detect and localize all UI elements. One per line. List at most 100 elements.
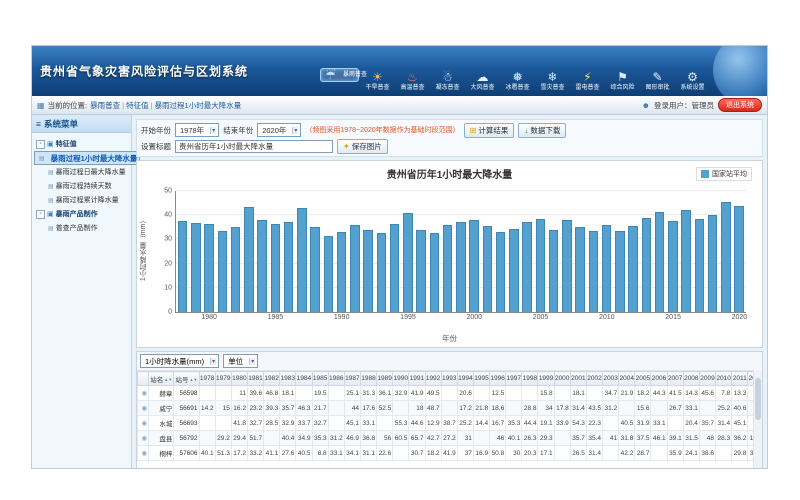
nav-item[interactable]: ❄雪灾普查 — [536, 68, 569, 94]
sidebar-group-label: 暴雨产品制作 — [56, 209, 98, 219]
sort-icon[interactable]: ▲▼ — [164, 377, 172, 382]
year-header[interactable]: 2006 — [651, 372, 667, 386]
station-name-header[interactable]: 站名▲▼ — [149, 372, 174, 386]
row-expand-icon[interactable]: ◉ — [138, 431, 149, 446]
year-header[interactable]: 1995 — [473, 372, 489, 386]
year-header[interactable]: 2009 — [699, 372, 715, 386]
year-header[interactable]: 2002 — [586, 372, 602, 386]
sidebar-item[interactable]: ▤暴雨过程日最大降水量 — [34, 165, 129, 179]
start-year-select[interactable]: 1978年 ▾ — [175, 123, 219, 137]
bar — [615, 231, 624, 312]
value-cell: 40.4 — [280, 431, 296, 446]
app-header: 贵州省气象灾害风险评估与区划系统 ☔暴雨普查☀干旱普查♨高温普查☃凝冻普查☁大风… — [32, 46, 767, 96]
nav-item[interactable]: ☁大风普查 — [466, 68, 499, 94]
year-header[interactable]: 1991 — [409, 372, 425, 386]
year-header[interactable]: 1980 — [231, 372, 247, 386]
collapse-icon[interactable]: - — [36, 210, 45, 219]
year-header[interactable]: 1984 — [296, 372, 312, 386]
sidebar-group[interactable]: -▣特征值 — [34, 137, 129, 151]
year-header[interactable]: 2000 — [554, 372, 570, 386]
value-cell — [328, 386, 344, 401]
nav-item[interactable]: ☃凝冻普查 — [431, 68, 464, 94]
nav-item[interactable]: ❅冰雹普查 — [501, 68, 534, 94]
value-cell: 17.2 — [231, 446, 247, 461]
year-header[interactable]: 1989 — [377, 372, 393, 386]
breadcrumb-item[interactable]: 暴雨过程1小时最大降水量 — [155, 101, 242, 110]
breadcrumb-item[interactable]: 特征值 — [126, 101, 149, 110]
table-scroll-area[interactable]: 站名▲▼站号▲▼19781979198019811982198319841985… — [137, 371, 754, 461]
y-axis-label: 1小时降水量（mm） — [139, 217, 149, 282]
heat-icon: ♨ — [397, 70, 428, 84]
year-header[interactable]: 1992 — [425, 372, 441, 386]
nav-item[interactable]: ✎图形审批 — [641, 68, 674, 94]
value-cell: 17.2 — [457, 401, 473, 416]
sidebar-item[interactable]: ▤普查产品制作 — [34, 221, 129, 235]
vertical-scrollbar[interactable] — [753, 370, 762, 469]
nav-item[interactable]: ⚑综合风险 — [606, 68, 639, 94]
year-header[interactable]: 1999 — [538, 372, 554, 386]
year-header[interactable]: 1978 — [199, 372, 215, 386]
value-cell — [441, 401, 457, 416]
year-header[interactable]: 2001 — [570, 372, 586, 386]
year-header[interactable]: 2007 — [667, 372, 683, 386]
year-header[interactable]: 1987 — [344, 372, 360, 386]
download-button[interactable]: ↓ 数据下载 — [518, 123, 566, 138]
year-header[interactable]: 1988 — [360, 372, 376, 386]
set-title-label: 设置标题 — [141, 141, 171, 152]
sidebar-item[interactable]: ▤暴雨过程累计降水量 — [34, 193, 129, 207]
nav-item[interactable]: ⚡雷电普查 — [571, 68, 604, 94]
year-header[interactable]: 1983 — [280, 372, 296, 386]
x-tick-label: 2010 — [599, 314, 615, 321]
row-expand-icon[interactable]: ◉ — [138, 446, 149, 461]
year-header[interactable]: 1996 — [490, 372, 506, 386]
element-select[interactable]: 1小时降水量(mm) ▾ — [140, 354, 219, 368]
end-year-select[interactable]: 2020年 ▾ — [257, 123, 301, 137]
year-header[interactable]: 1985 — [312, 372, 328, 386]
nav-item[interactable]: ⚙系统设置 — [676, 68, 709, 94]
x-tick-label: 2015 — [665, 314, 681, 321]
chart-title-input[interactable] — [175, 140, 333, 153]
year-header[interactable]: 1979 — [215, 372, 231, 386]
year-header[interactable]: 1997 — [506, 372, 522, 386]
logout-button[interactable]: 退出系统 — [718, 98, 762, 112]
sidebar-item[interactable]: ▤暴雨过程1小时最大降水量 — [34, 151, 140, 165]
sidebar-item[interactable]: ▤暴雨过程持续天数 — [34, 179, 129, 193]
row-expand-icon[interactable]: ◉ — [138, 386, 149, 401]
year-header[interactable]: 1982 — [264, 372, 280, 386]
year-header[interactable]: 1986 — [328, 372, 344, 386]
row-expand-icon[interactable]: ◉ — [138, 401, 149, 416]
year-header[interactable]: 2004 — [619, 372, 635, 386]
value-cell: 32.7 — [312, 416, 328, 431]
collapse-icon[interactable]: - — [36, 140, 45, 149]
settings-icon: ⚙ — [677, 70, 708, 84]
scrollbar-thumb[interactable] — [755, 378, 761, 420]
sidebar-group[interactable]: -▣暴雨产品制作 — [34, 207, 129, 221]
year-header[interactable]: 2010 — [716, 372, 732, 386]
breadcrumb-item[interactable]: 暴雨普查 — [90, 101, 120, 110]
year-header[interactable]: 1998 — [522, 372, 538, 386]
calculate-button[interactable]: ⊞ 计算结果 — [464, 123, 515, 138]
year-header[interactable]: 2003 — [603, 372, 619, 386]
year-header[interactable]: 2011 — [732, 372, 748, 386]
value-cell: 35.7 — [699, 416, 715, 431]
value-cell: 49.5 — [425, 386, 441, 401]
value-cell: 28.7 — [635, 446, 651, 461]
station-id-header[interactable]: 站号▲▼ — [174, 372, 199, 386]
nav-item[interactable]: ♨高温普查 — [396, 68, 429, 94]
controls-row-1: 开始年份 1978年 ▾ 结束年份 2020年 ▾ （频图采用1978~2020… — [141, 122, 758, 138]
year-header[interactable]: 2005 — [635, 372, 651, 386]
year-header[interactable]: 2008 — [683, 372, 699, 386]
sort-icon[interactable]: ▲▼ — [189, 377, 197, 382]
sidebar-item-label: 暴雨过程日最大降水量 — [56, 167, 126, 177]
year-header[interactable]: 1994 — [457, 372, 473, 386]
document-icon: ▤ — [48, 225, 54, 232]
value-cell — [554, 386, 570, 401]
row-expand-icon[interactable]: ◉ — [138, 416, 149, 431]
year-header[interactable]: 1993 — [441, 372, 457, 386]
save-image-button[interactable]: ✦ 保存图片 — [337, 139, 388, 154]
nav-item[interactable]: ☔暴雨普查 — [320, 68, 359, 82]
year-header[interactable]: 1981 — [247, 372, 263, 386]
year-header[interactable]: 1990 — [393, 372, 409, 386]
value-cell: 14.2 — [199, 401, 215, 416]
unit-select[interactable]: 单位 ▾ — [223, 354, 258, 368]
